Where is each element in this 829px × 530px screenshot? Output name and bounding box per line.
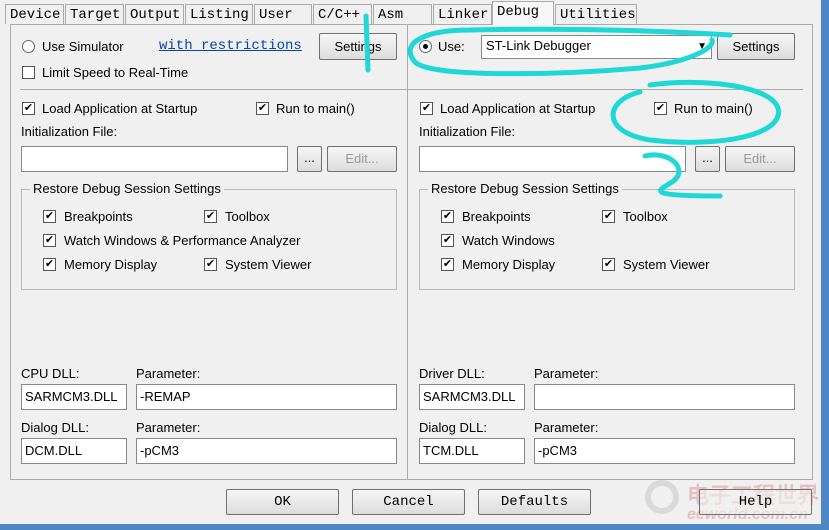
annotation-stroke [407,26,733,77]
annotation-stroke [642,152,723,199]
tab-debug[interactable]: Debug [492,1,554,25]
highlight-annotations [363,13,781,199]
annotation-stroke [610,79,781,145]
annotation-stroke [363,13,371,73]
